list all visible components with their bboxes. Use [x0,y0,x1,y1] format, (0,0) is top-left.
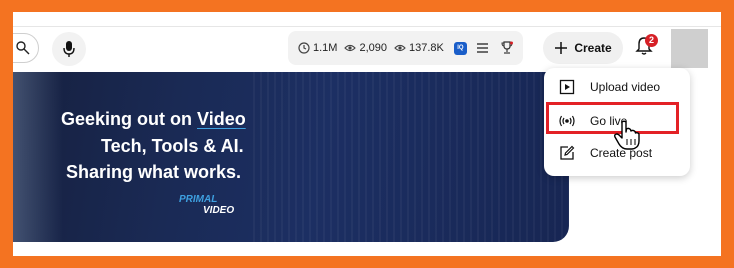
eye-icon [344,44,357,52]
list-icon[interactable] [476,43,488,53]
notifications-button[interactable]: 2 [635,34,658,60]
banner-tagline-line3: Sharing what works. [66,162,242,182]
search-button[interactable] [13,33,39,63]
channel-stats-bar: 1.1M 2,090 137.8K IQ [288,31,523,65]
menu-item-upload-video[interactable]: Upload video [544,72,690,102]
stat-views-1: 2,090 [344,42,387,54]
eye-icon [394,44,406,52]
stat-views-2: 137.8K [394,42,444,54]
create-button-label: Create [574,41,612,55]
banner-logo-video: VIDEO [203,205,235,216]
stat-subscribers-value: 1.1M [313,42,338,54]
avatar[interactable] [671,29,708,68]
banner-line1-highlight: Video [197,109,246,129]
stat-views-1-value: 2,090 [359,42,387,54]
microphone-icon [63,41,75,57]
subscribers-icon [298,42,310,54]
notification-count-badge: 2 [645,34,658,47]
hand-cursor-icon [614,120,640,150]
channel-banner: Geeking out on Video Tech, Tools & AI. S… [13,72,569,242]
banner-line1-prefix: Geeking out on [61,109,198,129]
banner-decoration [13,72,63,242]
top-divider [13,26,721,27]
menu-item-upload-video-label: Upload video [590,80,661,94]
banner-tagline-line1: Geeking out on Video [61,109,246,130]
banner-logo-primal: PRIMAL [179,194,218,205]
screenshot-frame: 1.1M 2,090 137.8K IQ Create 2 Geeking ou… [13,12,721,256]
banner-tagline-line2: Tech, Tools & AI. [101,136,244,156]
extension-badge[interactable]: IQ [453,41,467,55]
stat-views-2-value: 137.8K [409,42,444,54]
plus-icon [555,42,568,54]
banner-building-pattern [253,72,569,242]
upload-video-icon [558,78,576,96]
create-button[interactable]: Create [543,32,623,64]
trophy-icon[interactable] [500,41,514,55]
edit-post-icon [558,144,576,162]
search-icon [16,41,30,55]
voice-search-button[interactable] [52,32,86,66]
stat-subscribers: 1.1M [298,42,337,54]
